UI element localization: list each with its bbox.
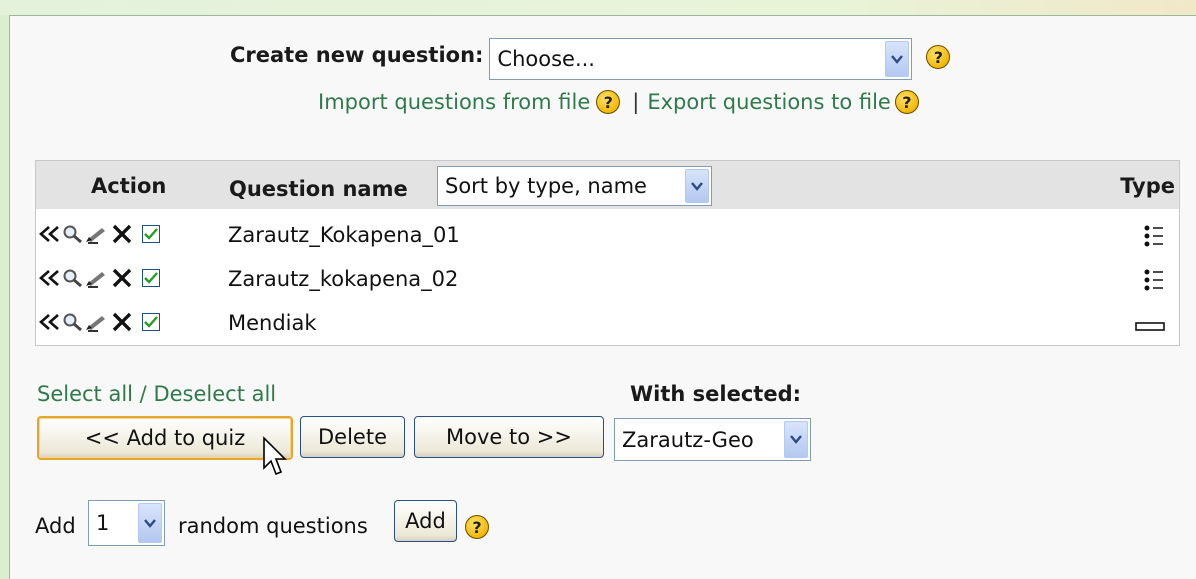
- random-prefix: Add: [35, 514, 76, 538]
- row-checkbox[interactable]: [142, 225, 160, 243]
- header-action: Action: [91, 174, 167, 198]
- row-actions: [38, 268, 160, 288]
- create-question-row: Create new question: Choose... ?: [230, 38, 951, 80]
- chevron-down-icon[interactable]: [784, 421, 808, 458]
- preview-magnifier-icon[interactable]: [62, 268, 84, 288]
- question-name: Zarautz_kokapena_02: [228, 267, 459, 291]
- table-row: Zarautz_Kokapena_01: [36, 213, 1179, 257]
- sort-select[interactable]: Sort by type, name: [437, 166, 712, 206]
- link-separator: |: [632, 90, 640, 114]
- random-suffix: random questions: [178, 514, 368, 538]
- add-random-button[interactable]: Add: [394, 500, 457, 542]
- category-select[interactable]: Zarautz-Geo: [614, 418, 811, 461]
- help-icon[interactable]: ?: [596, 90, 621, 114]
- create-question-select-value: Choose...: [497, 47, 595, 71]
- shortanswer-icon: [1135, 317, 1165, 336]
- question-name: Mendiak: [228, 311, 317, 335]
- edit-icon[interactable]: [84, 224, 110, 244]
- import-questions-link[interactable]: Import questions from file: [318, 90, 590, 114]
- help-icon[interactable]: ?: [465, 515, 489, 539]
- table-row: Zarautz_kokapena_02: [36, 257, 1179, 301]
- category-select-value: Zarautz-Geo: [622, 427, 754, 452]
- import-export-links: Import questions from file ? | Export qu…: [318, 90, 919, 114]
- deselect-all-link[interactable]: Deselect all: [153, 382, 276, 406]
- sort-select-value: Sort by type, name: [445, 174, 647, 198]
- export-questions-link[interactable]: Export questions to file: [647, 90, 891, 114]
- chevron-down-icon[interactable]: [138, 503, 162, 543]
- move-to-quiz-icon[interactable]: [38, 224, 62, 244]
- move-to-quiz-icon[interactable]: [38, 268, 62, 288]
- header-question-name[interactable]: Question name: [229, 177, 408, 201]
- create-question-label: Create new question:: [230, 43, 484, 67]
- multichoice-icon: [1143, 268, 1165, 296]
- delete-button[interactable]: Delete: [300, 416, 405, 458]
- selection-slash: /: [133, 382, 154, 406]
- table-header: Action Question name Sort by type, name …: [36, 161, 1179, 209]
- random-count-select[interactable]: 1: [88, 500, 165, 546]
- edit-icon[interactable]: [84, 312, 110, 332]
- delete-icon[interactable]: [110, 268, 134, 288]
- random-count-value: 1: [96, 511, 110, 535]
- chevron-down-icon[interactable]: [685, 169, 709, 203]
- preview-magnifier-icon[interactable]: [62, 224, 84, 244]
- move-to-quiz-icon[interactable]: [38, 312, 62, 332]
- mouse-cursor-icon: [262, 436, 288, 482]
- preview-magnifier-icon[interactable]: [62, 312, 84, 332]
- help-icon[interactable]: ?: [894, 90, 919, 114]
- question-name: Zarautz_Kokapena_01: [228, 223, 460, 247]
- delete-icon[interactable]: [110, 224, 134, 244]
- create-question-select[interactable]: Choose...: [489, 38, 913, 80]
- chevron-down-icon[interactable]: [885, 41, 910, 77]
- table-row: Mendiak: [36, 301, 1179, 345]
- row-actions: [38, 312, 160, 332]
- multichoice-icon: [1143, 224, 1165, 252]
- row-checkbox[interactable]: [142, 313, 160, 331]
- row-actions: [38, 224, 160, 244]
- select-all-link[interactable]: Select all: [37, 382, 133, 406]
- header-type: Type: [1120, 174, 1175, 198]
- edit-icon[interactable]: [84, 268, 110, 288]
- selection-links: Select all / Deselect all: [37, 382, 276, 406]
- question-table: Action Question name Sort by type, name …: [35, 160, 1180, 346]
- delete-icon[interactable]: [110, 312, 134, 332]
- row-checkbox[interactable]: [142, 269, 160, 287]
- help-icon[interactable]: ?: [926, 45, 951, 69]
- move-to-button[interactable]: Move to >>: [414, 416, 604, 458]
- top-band: [0, 0, 1196, 15]
- add-to-quiz-button[interactable]: << Add to quiz: [37, 416, 293, 460]
- with-selected-label: With selected:: [630, 382, 802, 406]
